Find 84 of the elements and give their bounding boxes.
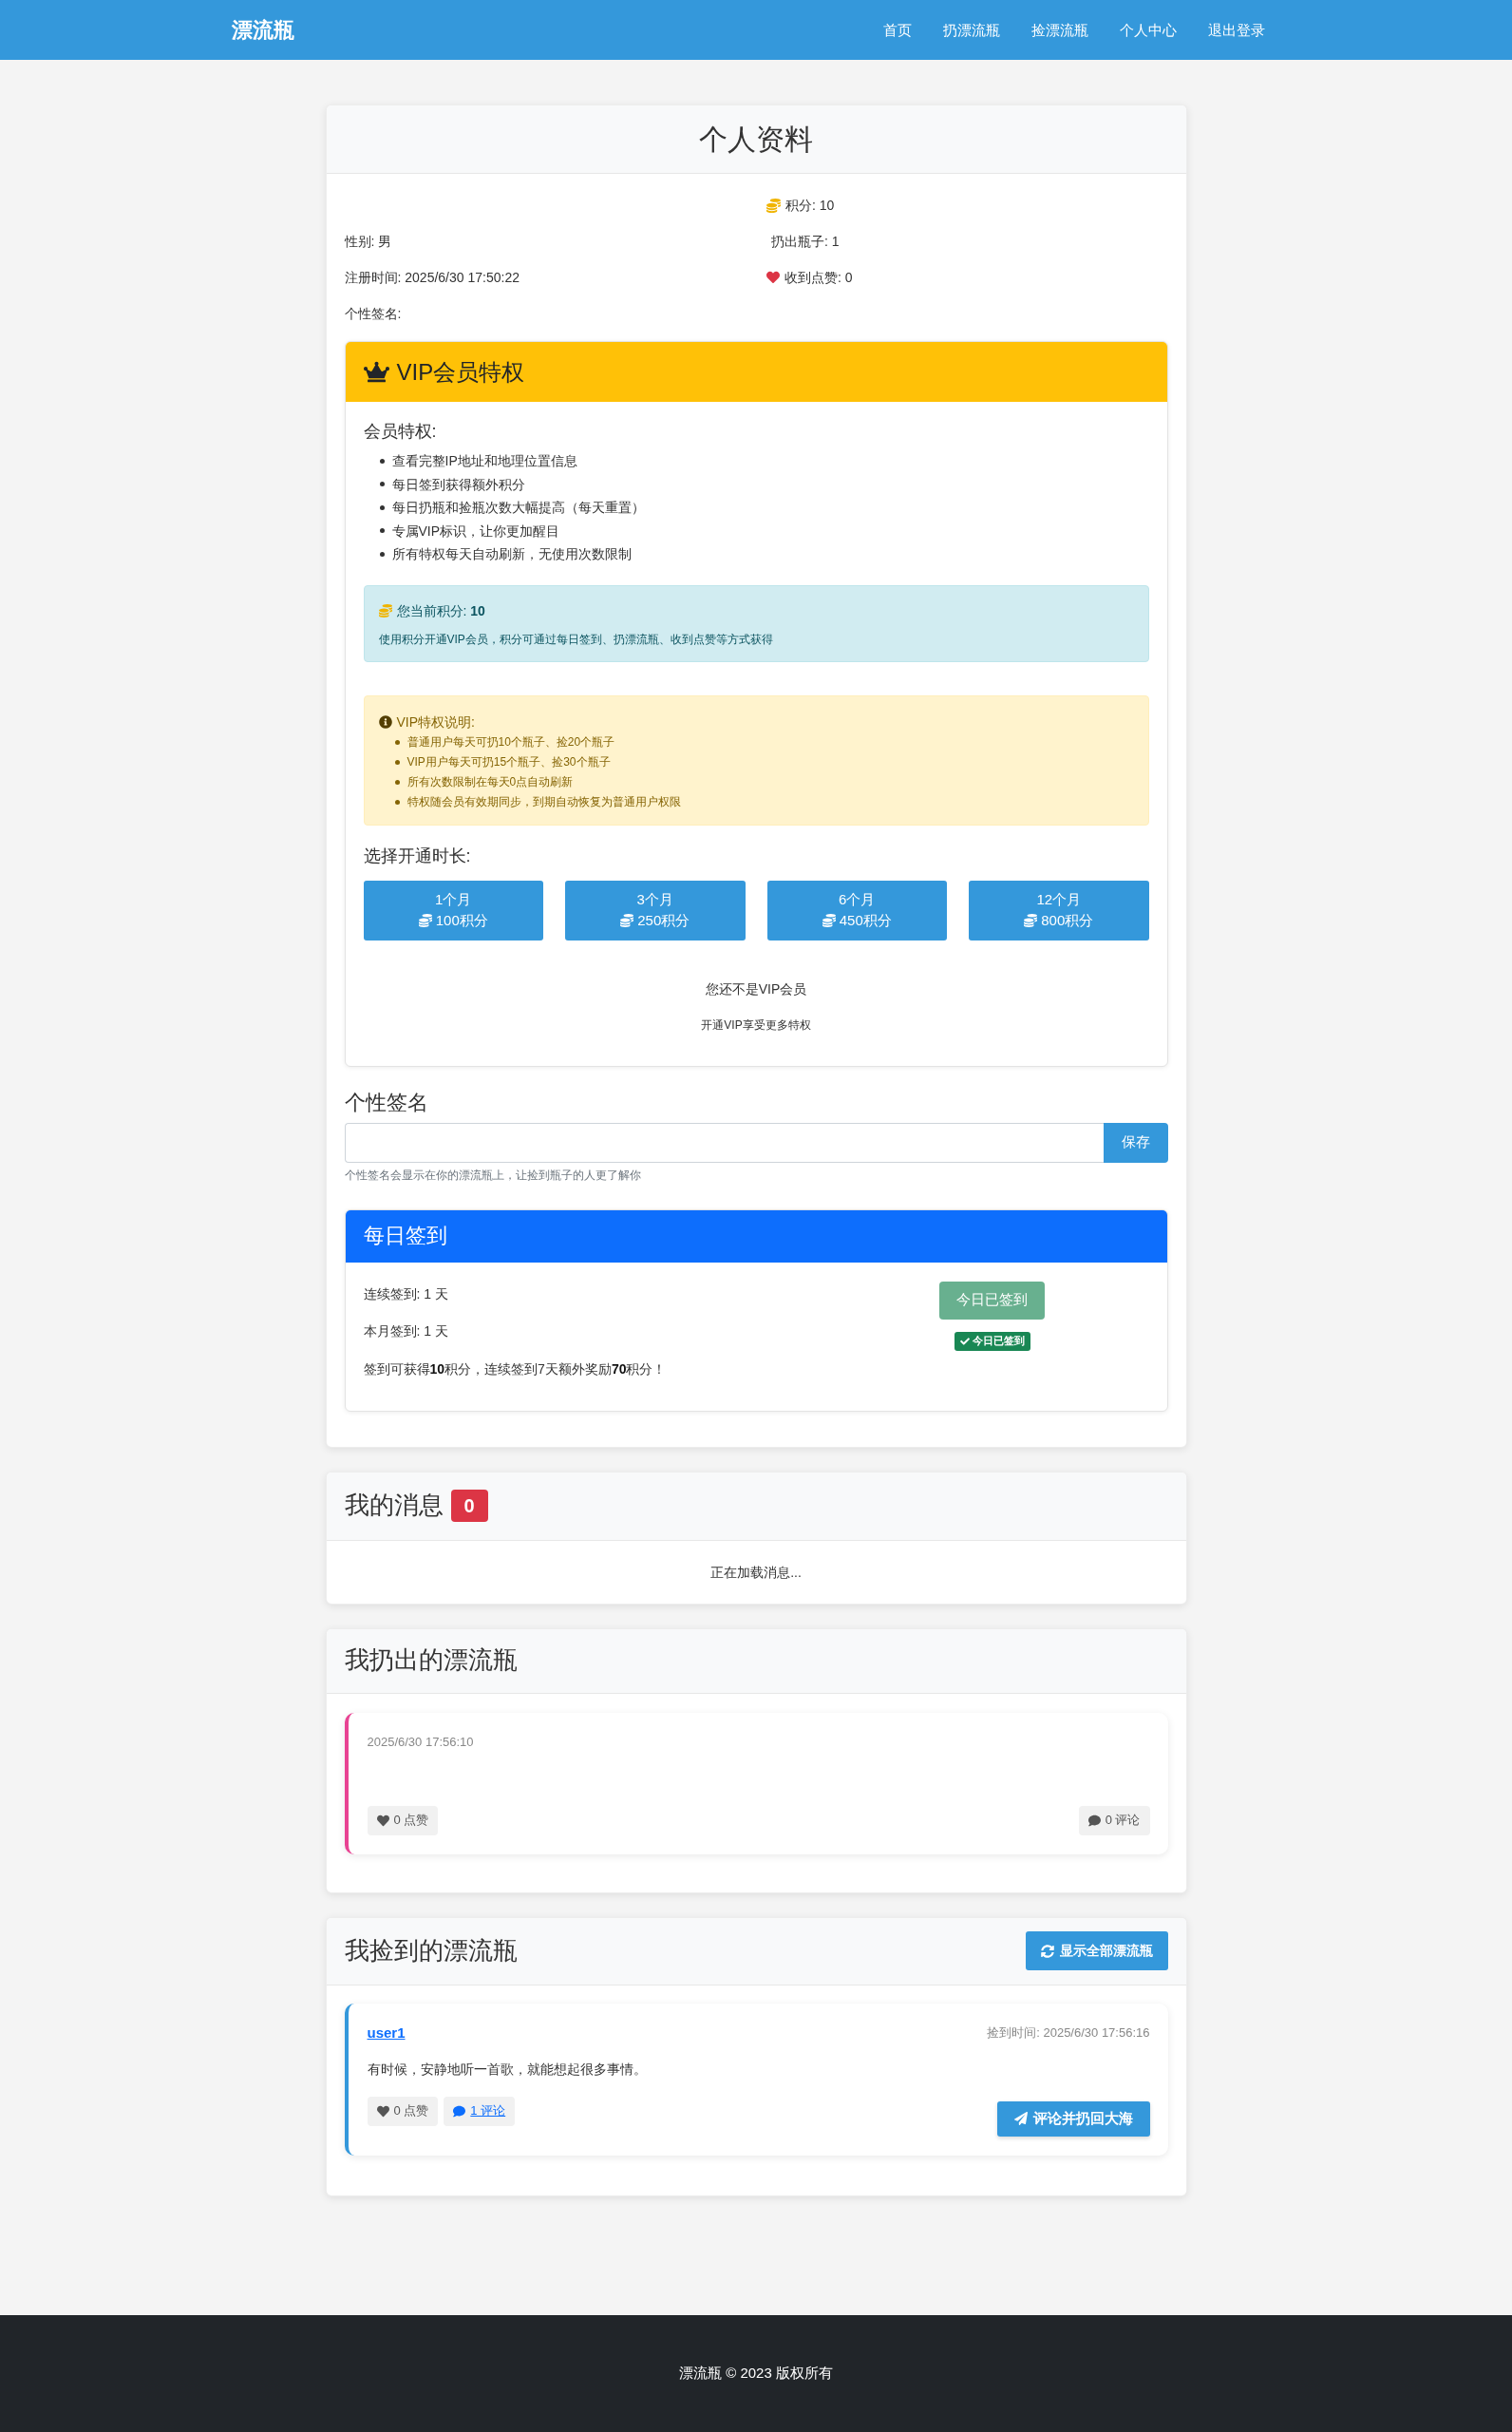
heart-icon xyxy=(376,1814,389,1827)
save-button[interactable]: 保存 xyxy=(1103,1122,1168,1163)
rule-item: 所有次数限制在每天0点自动刷新 xyxy=(406,773,574,790)
bullet-icon xyxy=(394,739,400,745)
bottle-time: 捡到时间: 2025/6/30 17:56:16 xyxy=(987,2024,1150,2042)
bullet-icon xyxy=(379,528,385,534)
nav-link[interactable]: 扔漂流瓶 xyxy=(927,11,1015,48)
benefit-item: 每日扔瓶和捡瓶次数大幅提高（每天重置） xyxy=(391,499,645,517)
card-title: 我捡到的漂流瓶 xyxy=(344,1935,518,1966)
profile-detail: 性别: 男 xyxy=(344,233,393,251)
profile-detail: 个性签名: xyxy=(344,305,403,323)
coins-icon xyxy=(418,914,432,927)
coins-icon xyxy=(1024,914,1038,927)
benefit-item: 所有特权每天自动刷新，无使用次数限制 xyxy=(391,545,632,563)
profile-stat: 收到点赞: 0 xyxy=(784,269,853,287)
checkin-title: 每日签到 xyxy=(363,1223,447,1249)
plan-button[interactable]: 1个月 100积分 xyxy=(363,880,543,940)
crown-icon xyxy=(363,359,389,385)
heart-icon xyxy=(766,271,780,284)
bullet-icon xyxy=(379,482,385,487)
signature-input[interactable] xyxy=(344,1122,1104,1163)
bottle-content: 有时候，安静地听一首歌，就能想起很多事情。 xyxy=(367,2060,648,2079)
card-title: 我扔出的漂流瓶 xyxy=(344,1645,518,1676)
paper-plane-icon xyxy=(1013,2112,1028,2125)
site-brand[interactable]: 漂流瓶 xyxy=(232,15,294,45)
benefit-item: 专属VIP标识，让你更加醒目 xyxy=(391,522,560,541)
info-icon xyxy=(378,714,392,729)
section-heading: 会员特权: xyxy=(363,421,438,442)
plan-button[interactable]: 12个月 800积分 xyxy=(969,880,1149,940)
nav-link[interactable]: 退出登录 xyxy=(1192,11,1280,48)
comments-count-button[interactable]: 0 评论 xyxy=(1078,1805,1150,1835)
heart-icon xyxy=(376,2104,389,2118)
bottle-time: 2025/6/30 17:56:10 xyxy=(367,1733,474,1751)
current-points: 您当前积分: 10 xyxy=(396,601,485,620)
section-heading: 选择开通时长: xyxy=(363,845,472,866)
checked-in-badge: 今日已签到 xyxy=(954,1331,1030,1351)
bullet-icon xyxy=(394,799,400,805)
checkin-stat: 连续签到: 1 天 xyxy=(363,1284,449,1303)
benefit-item: 每日签到获得额外积分 xyxy=(391,475,525,494)
nav-link[interactable]: 捡漂流瓶 xyxy=(1015,11,1104,48)
card-title: 个人资料 xyxy=(699,122,813,157)
like-button[interactable]: 0 点赞 xyxy=(367,2096,439,2126)
check-icon xyxy=(959,1336,970,1346)
reward-note: 签到可获得10积分，连续签到7天额外奖励70积分！ xyxy=(363,1359,668,1378)
loading-text: 正在加载消息... xyxy=(709,1563,803,1582)
checkin-stat: 本月签到: 1 天 xyxy=(363,1322,449,1340)
alert-title: VIP特权说明: xyxy=(396,712,475,732)
footer-text: 漂流瓶 © 2023 版权所有 xyxy=(679,2365,833,2383)
nav-link[interactable]: 个人中心 xyxy=(1104,11,1192,48)
bullet-icon xyxy=(379,458,385,464)
benefit-item: 查看完整IP地址和地理位置信息 xyxy=(391,452,577,470)
author-link[interactable]: user1 xyxy=(367,2024,406,2041)
rule-item: 特权随会员有效期同步，到期自动恢复为普通用户权限 xyxy=(406,793,681,810)
profile-stat: 扔出瓶子: 1 xyxy=(771,233,840,251)
speech-bubble-icon xyxy=(1087,1814,1101,1827)
show-all-button[interactable]: 显示全部漂流瓶 xyxy=(1025,1931,1168,1970)
profile-stat: 积分: 10 xyxy=(785,197,835,215)
refresh-icon xyxy=(1040,1944,1054,1958)
vip-status: 您还不是VIP会员 xyxy=(704,979,808,998)
alert-note: 使用积分开通VIP会员，积分可通过每日签到、扔漂流瓶、收到点赞等方式获得 xyxy=(378,631,774,647)
plan-button[interactable]: 6个月 450积分 xyxy=(766,880,947,940)
section-heading: 个性签名 xyxy=(344,1090,429,1115)
bullet-icon xyxy=(379,504,385,510)
coins-icon xyxy=(822,914,836,927)
rule-item: 普通用户每天可扔10个瓶子、捡20个瓶子 xyxy=(406,733,615,750)
comments-link[interactable]: 1 评论 xyxy=(444,2096,516,2126)
bullet-icon xyxy=(394,779,400,785)
like-button[interactable]: 0 点赞 xyxy=(367,1805,439,1835)
speech-bubble-icon xyxy=(453,2104,466,2118)
rule-item: VIP用户每天可扔15个瓶子、捡30个瓶子 xyxy=(406,753,611,770)
vip-title: VIP会员特权 xyxy=(396,357,525,387)
help-text: 个性签名会显示在你的漂流瓶上，让捡到瓶子的人更了解你 xyxy=(344,1167,642,1183)
coins-icon xyxy=(620,914,634,927)
reply-button[interactable]: 评论并扔回大海 xyxy=(996,2100,1150,2137)
message-count-badge: 0 xyxy=(450,1490,488,1522)
nav-link[interactable]: 首页 xyxy=(867,11,927,48)
profile-detail: 注册时间: 2025/6/30 17:50:22 xyxy=(344,269,520,287)
bullet-icon xyxy=(394,759,400,765)
vip-status-hint: 开通VIP享受更多特权 xyxy=(700,1017,812,1032)
bullet-icon xyxy=(379,551,385,557)
coins-icon xyxy=(378,603,392,618)
card-title: 我的消息 xyxy=(344,1491,444,1521)
coins-icon xyxy=(766,198,781,213)
plan-button[interactable]: 3个月 250积分 xyxy=(565,880,746,940)
